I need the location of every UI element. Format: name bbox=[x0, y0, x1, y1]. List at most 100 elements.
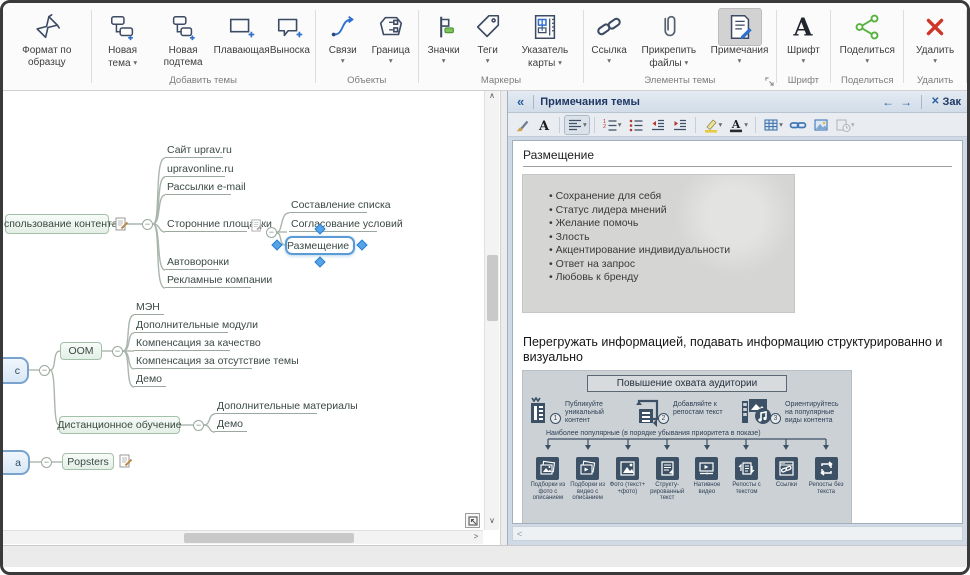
vertical-scrollbar[interactable]: ∧ ∨ bbox=[484, 91, 499, 530]
scroll-down-arrow[interactable]: ∨ bbox=[485, 516, 499, 530]
collapse-button[interactable]: − bbox=[39, 365, 50, 376]
insert-table-button[interactable]: ▾ bbox=[761, 116, 785, 134]
timestamp-button[interactable]: ▾ bbox=[833, 116, 857, 134]
tags-button[interactable]: Теги ▾ bbox=[466, 7, 510, 67]
topic-ispolzovanie-kontenta[interactable]: Использование контента bbox=[5, 214, 109, 234]
note-icon[interactable] bbox=[115, 217, 129, 236]
topic-avtovoronki[interactable]: Автоворонки bbox=[165, 255, 219, 270]
new-topic-button[interactable]: Новая тема ▾ bbox=[94, 7, 150, 71]
chevron-down-icon: ▾ bbox=[865, 57, 869, 65]
topic-popsters[interactable]: Popsters bbox=[62, 453, 114, 470]
horizontal-scrollbar[interactable]: > bbox=[3, 530, 483, 544]
topic-rassylki-email[interactable]: Рассылки e-mail bbox=[165, 180, 231, 195]
topic-oom[interactable]: ООМ bbox=[60, 342, 102, 360]
insert-image-button[interactable] bbox=[811, 116, 831, 134]
font-dialog-icon[interactable]: A bbox=[534, 116, 554, 134]
note-icon[interactable] bbox=[251, 219, 264, 237]
map-canvas[interactable]: Использование контента − Сайт uprav.ru u… bbox=[3, 91, 500, 545]
topic-cut-left-1[interactable]: с bbox=[3, 357, 29, 384]
topic-razmeshchenie-selected[interactable]: Размещение bbox=[285, 236, 355, 255]
back-arrow-button[interactable]: ← bbox=[879, 95, 897, 109]
divider bbox=[921, 95, 922, 109]
delete-button[interactable]: Удалить ▾ bbox=[907, 7, 963, 67]
outdent-button[interactable] bbox=[648, 116, 668, 134]
ribbon-group-topic-elements: Ссылка ▾ Прикрепить файлы ▾ bbox=[584, 5, 775, 90]
note-icon[interactable] bbox=[119, 454, 133, 473]
horizontal-scroll-thumb[interactable] bbox=[184, 533, 354, 543]
scroll-right-arrow[interactable]: > bbox=[469, 532, 483, 545]
chevron-down-icon: ▾ bbox=[618, 120, 622, 129]
format-brush-icon[interactable] bbox=[512, 116, 532, 134]
topic-label: а bbox=[15, 457, 21, 469]
icons-marker-icon bbox=[423, 9, 465, 45]
callout-button[interactable]: Выноска bbox=[268, 7, 312, 59]
format-painter-button[interactable]: Формат по образцу bbox=[6, 7, 88, 70]
topic-sait-uprav[interactable]: Сайт uprav.ru bbox=[165, 143, 223, 158]
topic-men[interactable]: МЭН bbox=[134, 300, 164, 315]
topic-dop-materialy[interactable]: Дополнительные материалы bbox=[215, 399, 317, 414]
topic-reklamnye-kompanii[interactable]: Рекламные компании bbox=[165, 273, 251, 288]
insert-link-button[interactable] bbox=[787, 116, 809, 134]
fit-map-button[interactable] bbox=[465, 513, 480, 528]
scroll-up-arrow[interactable]: ∧ bbox=[485, 91, 499, 105]
indent-button[interactable] bbox=[670, 116, 690, 134]
map-index-button[interactable]: Указатель карты ▾ bbox=[510, 7, 581, 71]
collapse-button[interactable]: − bbox=[112, 346, 123, 357]
notes-button[interactable]: Примечания ▾ bbox=[707, 7, 773, 67]
chevron-down-icon: ▾ bbox=[719, 120, 723, 129]
boundary-icon bbox=[370, 9, 412, 45]
boundary-button[interactable]: Граница ▾ bbox=[367, 7, 415, 67]
icons-marker-button[interactable]: Значки ▾ bbox=[422, 7, 466, 67]
bullet-list-button[interactable] bbox=[626, 116, 646, 134]
font-button[interactable]: A Шрифт ▾ bbox=[779, 7, 827, 67]
font-color-button[interactable]: A ▾ bbox=[726, 116, 750, 134]
collapse-button[interactable]: − bbox=[41, 457, 52, 468]
content-type-item: Фото (текст+ +фото) bbox=[608, 457, 648, 502]
topic-label: Дистанционное обучение bbox=[57, 419, 181, 431]
topic-distantsionnoe-obuchenie[interactable]: Дистанционное обучение bbox=[59, 416, 180, 434]
topic-sostavlenie-spiska[interactable]: Составление списка bbox=[289, 198, 367, 213]
splitter[interactable] bbox=[500, 91, 507, 545]
topic-kompensatsiya-otsutstvie[interactable]: Компенсация за отсутствие темы bbox=[134, 354, 252, 369]
share-button[interactable]: Поделиться ▾ bbox=[834, 7, 900, 67]
button-label: Примечания bbox=[711, 45, 769, 57]
close-panel-label[interactable]: Зак bbox=[942, 96, 961, 108]
dialog-launcher-icon[interactable] bbox=[765, 77, 774, 89]
collapse-panel-button[interactable]: « bbox=[514, 94, 527, 109]
note-image-bullets[interactable]: Сохранение для себя Статус лидера мнений… bbox=[523, 175, 794, 312]
collapse-button[interactable]: − bbox=[193, 420, 204, 431]
topic-soglasovanie-uslovii[interactable]: Согласование условий bbox=[289, 217, 377, 232]
note-icon[interactable] bbox=[352, 240, 353, 252]
topic-kompensatsiya-kachestvo[interactable]: Компенсация за качество bbox=[134, 336, 230, 351]
infographic-title: Повышение охвата аудитории bbox=[587, 375, 787, 392]
topic-upravonline[interactable]: upravonline.ru bbox=[165, 162, 225, 177]
topic-storonnie-ploshchadki[interactable]: Сторонние площадки bbox=[165, 217, 247, 232]
topic-demo-2[interactable]: Демо bbox=[215, 417, 247, 432]
link-button[interactable]: Ссылка ▾ bbox=[587, 7, 631, 67]
collapse-button[interactable]: − bbox=[266, 227, 277, 238]
app-window: Формат по образцу Новая тема ▾ bbox=[0, 0, 970, 575]
scroll-left-arrow[interactable]: < bbox=[513, 529, 522, 539]
close-panel-button[interactable]: ✕ bbox=[928, 96, 942, 107]
chevron-down-icon: ▾ bbox=[744, 120, 748, 129]
new-subtopic-button[interactable]: Новая подтема bbox=[151, 7, 216, 70]
content-type-item: Подборки из видео с описанием bbox=[568, 457, 608, 502]
floating-topic-button[interactable]: Плавающая bbox=[215, 7, 267, 59]
share-icon bbox=[846, 9, 888, 45]
relationships-button[interactable]: Связи ▾ bbox=[319, 7, 367, 67]
highlighter-button[interactable]: ▾ bbox=[701, 116, 725, 134]
button-label: Удалить bbox=[916, 45, 954, 57]
note-image-infographic[interactable]: Повышение охвата аудитории 1 Публикуйте … bbox=[523, 371, 851, 524]
notes-horizontal-scrollbar[interactable]: < bbox=[512, 526, 963, 541]
collapse-button[interactable]: − bbox=[142, 219, 153, 230]
forward-arrow-button[interactable]: → bbox=[897, 95, 915, 109]
notes-editor[interactable]: Размещение Сохранение для себя Статус ли… bbox=[512, 140, 963, 524]
vertical-scroll-thumb[interactable] bbox=[487, 255, 498, 321]
group-label: Объекты bbox=[316, 75, 418, 90]
numbered-list-button[interactable]: 12 ▾ bbox=[600, 116, 624, 134]
align-button[interactable]: ▾ bbox=[565, 116, 589, 134]
topic-demo-1[interactable]: Демо bbox=[134, 372, 166, 387]
topic-dop-moduli[interactable]: Дополнительные модули bbox=[134, 318, 228, 333]
attach-files-button[interactable]: Прикрепить файлы ▾ bbox=[631, 7, 706, 71]
topic-cut-left-2[interactable]: а bbox=[3, 450, 30, 475]
